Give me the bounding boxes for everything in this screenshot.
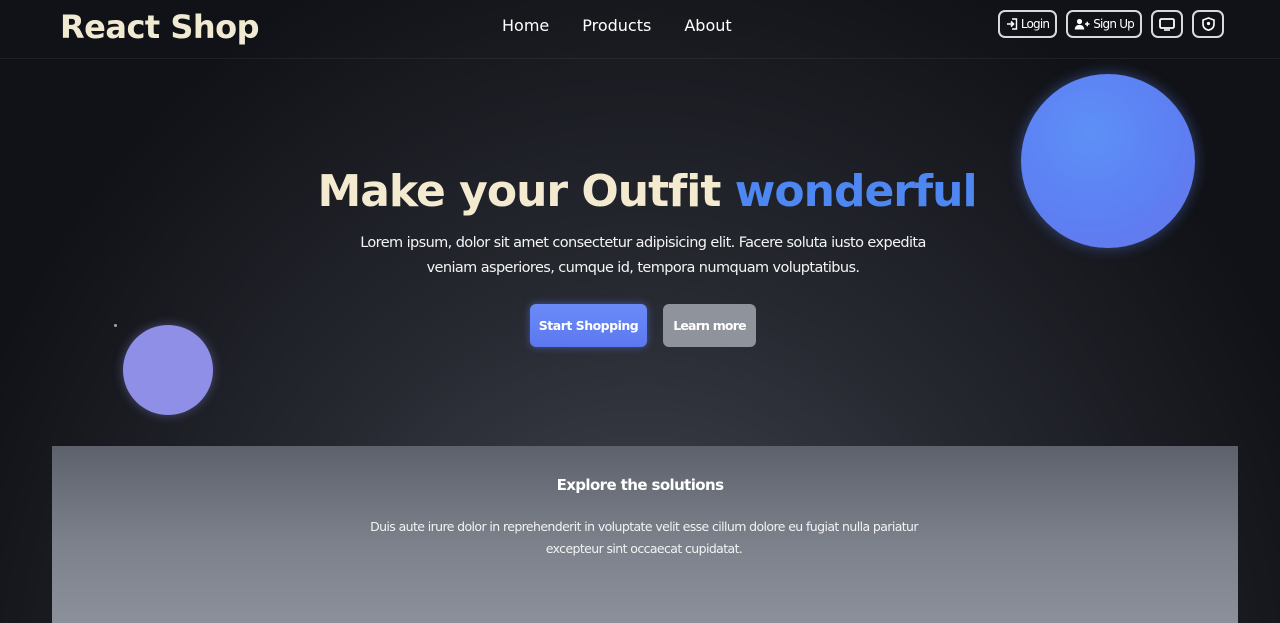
decorative-circle-large: [1021, 74, 1195, 248]
user-plus-icon: [1074, 18, 1090, 30]
brand-logo[interactable]: React Shop: [60, 8, 260, 46]
learn-more-button[interactable]: Learn more: [663, 304, 756, 347]
decorative-circle-small: [123, 325, 213, 415]
cart-button[interactable]: [1151, 10, 1183, 38]
decorative-dot: [114, 324, 117, 327]
nav-links: Home Products About: [502, 16, 732, 35]
nav-link-home[interactable]: Home: [502, 16, 549, 35]
solutions-title: Explore the solutions: [556, 476, 724, 494]
admin-button[interactable]: [1192, 10, 1224, 38]
nav-link-products[interactable]: Products: [582, 16, 651, 35]
auth-buttons: Login Sign Up: [997, 10, 1224, 38]
hero-actions: Start Shopping Learn more: [530, 304, 756, 347]
login-icon: [1006, 18, 1018, 30]
hero-title-main: Make your Outfit: [317, 166, 721, 217]
navbar: React Shop Home Products About Login Sig…: [0, 0, 1280, 59]
solutions-text: Duis aute irure dolor in reprehenderit i…: [370, 519, 918, 556]
signup-label: Sign Up: [1093, 17, 1135, 31]
hero-description: Lorem ipsum, dolor sit amet consectetur …: [360, 235, 926, 276]
nav-link-about[interactable]: About: [684, 16, 731, 35]
hero-title-accent: wonderful: [734, 166, 978, 217]
hero-title: Make your Outfit wonderful: [0, 166, 1280, 217]
start-shopping-button[interactable]: Start Shopping: [530, 304, 647, 347]
shield-icon: [1201, 17, 1215, 31]
login-label: Login: [1020, 17, 1050, 31]
login-button[interactable]: Login: [997, 10, 1058, 38]
signup-button[interactable]: Sign Up: [1066, 10, 1142, 38]
monitor-icon: [1159, 17, 1175, 31]
